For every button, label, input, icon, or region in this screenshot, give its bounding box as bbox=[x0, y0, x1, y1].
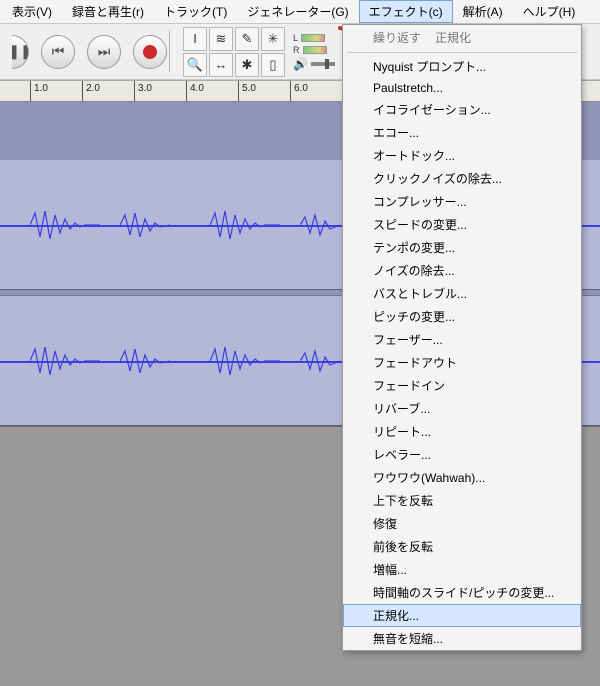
edit-tool-grid: I ≋ ✎ ✳ 🔍 ↔ ✱ ▯ bbox=[183, 24, 285, 79]
dropdown-item[interactable]: クリックノイズの除去... bbox=[343, 167, 581, 190]
volume-slider[interactable] bbox=[311, 62, 335, 66]
dropdown-item[interactable]: コンプレッサー... bbox=[343, 190, 581, 213]
dropdown-item[interactable]: 前後を反転 bbox=[343, 535, 581, 558]
dropdown-item[interactable]: フェーザー... bbox=[343, 328, 581, 351]
multi-tool[interactable]: ✳ bbox=[261, 27, 285, 51]
blank-tool[interactable]: ▯ bbox=[261, 53, 285, 77]
draw-tool[interactable]: ✎ bbox=[235, 27, 259, 51]
menu-record-play[interactable]: 録音と再生(r) bbox=[62, 0, 154, 23]
dropdown-item[interactable]: Paulstretch... bbox=[343, 78, 581, 98]
dropdown-item[interactable]: フェードアウト bbox=[343, 351, 581, 374]
effect-dropdown: 繰り返す 正規化 Nyquist プロンプト...Paulstretch...イ… bbox=[342, 24, 582, 651]
skip-end-button[interactable]: ⏭ bbox=[87, 35, 121, 69]
dropdown-item[interactable]: フェードイン bbox=[343, 374, 581, 397]
dropdown-item[interactable]: エコー... bbox=[343, 121, 581, 144]
dropdown-item[interactable]: イコライゼーション... bbox=[343, 98, 581, 121]
dropdown-item[interactable]: テンポの変更... bbox=[343, 236, 581, 259]
envelope-tool[interactable]: ≋ bbox=[209, 27, 233, 51]
dropdown-item[interactable]: リバーブ... bbox=[343, 397, 581, 420]
dropdown-item[interactable]: レベラー... bbox=[343, 443, 581, 466]
ruler-tick: 6.0 bbox=[290, 81, 308, 101]
skip-start-button[interactable]: ⏮ bbox=[41, 35, 75, 69]
menu-help[interactable]: ヘルプ(H) bbox=[513, 0, 586, 23]
dropdown-item[interactable]: ワウワウ(Wahwah)... bbox=[343, 466, 581, 489]
menu-analyze[interactable]: 解析(A) bbox=[453, 0, 513, 23]
record-button[interactable] bbox=[133, 35, 167, 69]
menu-generator[interactable]: ジェネレーター(G) bbox=[237, 0, 358, 23]
menubar: 表示(V) 録音と再生(r) トラック(T) ジェネレーター(G) エフェクト(… bbox=[0, 0, 600, 24]
meter-left-label: L bbox=[293, 33, 298, 43]
ruler-tick: 4.0 bbox=[186, 81, 204, 101]
dropdown-item[interactable]: 無音を短縮... bbox=[343, 627, 581, 650]
waveform-burst bbox=[300, 341, 340, 381]
dropdown-item[interactable]: リピート... bbox=[343, 420, 581, 443]
meter-left-bar bbox=[301, 34, 325, 42]
waveform-burst bbox=[210, 205, 280, 245]
dropdown-item[interactable]: ピッチの変更... bbox=[343, 305, 581, 328]
meter-right-label: R bbox=[293, 45, 300, 55]
dropdown-repeat[interactable]: 繰り返す bbox=[373, 29, 421, 46]
pause-button[interactable]: ❚❚ bbox=[12, 35, 29, 69]
dropdown-item[interactable]: 正規化... bbox=[343, 604, 581, 627]
dropdown-item[interactable]: 上下を反転 bbox=[343, 489, 581, 512]
dropdown-item[interactable]: 修復 bbox=[343, 512, 581, 535]
menu-track[interactable]: トラック(T) bbox=[154, 0, 237, 23]
ruler-tick: 2.0 bbox=[82, 81, 100, 101]
waveform-burst bbox=[300, 205, 340, 245]
dropdown-item[interactable]: オートドック... bbox=[343, 144, 581, 167]
zoom-tool[interactable]: 🔍 bbox=[183, 53, 207, 77]
meters: L R 🔊 bbox=[293, 24, 335, 79]
menu-view[interactable]: 表示(V) bbox=[2, 0, 62, 23]
waveform-burst bbox=[210, 341, 280, 381]
ruler-tick: 5.0 bbox=[238, 81, 256, 101]
dropdown-item[interactable]: スピードの変更... bbox=[343, 213, 581, 236]
dropdown-item[interactable]: バスとトレブル... bbox=[343, 282, 581, 305]
dropdown-item[interactable]: Nyquist プロンプト... bbox=[343, 55, 581, 78]
dropdown-item[interactable]: ノイズの除去... bbox=[343, 259, 581, 282]
separator bbox=[169, 30, 175, 72]
waveform-burst bbox=[120, 205, 170, 245]
meter-right-bar bbox=[303, 46, 327, 54]
star-tool[interactable]: ✱ bbox=[235, 53, 259, 77]
dropdown-item[interactable]: 時間軸のスライド/ピッチの変更... bbox=[343, 581, 581, 604]
waveform-burst bbox=[30, 205, 100, 245]
waveform-burst bbox=[120, 341, 170, 381]
waveform-burst bbox=[30, 341, 100, 381]
dropdown-item[interactable]: 増幅... bbox=[343, 558, 581, 581]
timeshift-tool[interactable]: ↔ bbox=[209, 53, 233, 77]
selection-tool[interactable]: I bbox=[183, 27, 207, 51]
speaker-icon[interactable]: 🔊 bbox=[293, 57, 308, 71]
dropdown-separator bbox=[347, 52, 577, 53]
dropdown-normalize-top[interactable]: 正規化 bbox=[435, 29, 471, 46]
ruler-tick: 1.0 bbox=[30, 81, 48, 101]
menu-effect[interactable]: エフェクト(c) bbox=[359, 0, 453, 23]
ruler-tick: 3.0 bbox=[134, 81, 152, 101]
